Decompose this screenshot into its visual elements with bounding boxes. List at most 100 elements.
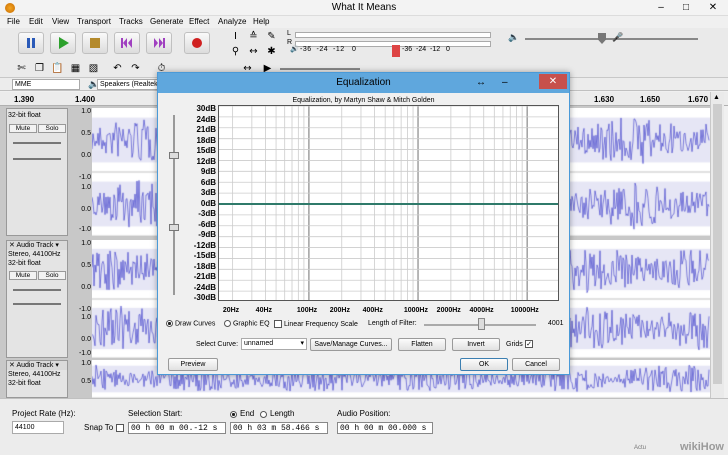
toolbar-area: I ≙ ✎ ⚲ ↔ ✱ L R 🔊 -36 -24 -12 0 -36 -24 …	[0, 28, 728, 78]
length-radio[interactable]	[260, 411, 267, 418]
paste-icon[interactable]: 📋	[50, 62, 65, 75]
menu-file[interactable]: File	[7, 17, 20, 26]
trim-icon[interactable]: ▦	[68, 62, 83, 75]
stop-button[interactable]	[82, 32, 108, 54]
pause-button[interactable]	[18, 32, 44, 54]
menu-generate[interactable]: Generate	[150, 17, 183, 26]
selection-end-field[interactable]: 00 h 03 m 58.466 s	[230, 422, 328, 434]
gain-slider[interactable]	[13, 289, 61, 291]
output-device-select[interactable]: Speakers (Realtek	[97, 79, 159, 90]
project-rate-label: Project Rate (Hz):	[12, 409, 76, 418]
frequency-tick-label: 20Hz	[222, 307, 240, 314]
maximize-button[interactable]: □	[675, 1, 697, 14]
ruler-label: 1.630	[594, 95, 615, 104]
skip-end-button[interactable]	[146, 32, 172, 54]
close-window-button[interactable]: ✕	[700, 1, 726, 14]
track-control-panel[interactable]: ✕ Audio Track ▾ Stereo, 44100Hz 32-bit f…	[6, 240, 68, 358]
track-info: Stereo, 44100Hz	[8, 251, 61, 258]
close-dialog-button[interactable]: ✕	[539, 74, 567, 89]
draw-tool-icon[interactable]: ✎	[264, 30, 279, 43]
solo-button[interactable]: Solo	[38, 124, 66, 133]
scrollbar-thumb[interactable]	[713, 104, 722, 384]
linear-scale-option[interactable]: Linear Frequency Scale	[274, 320, 358, 328]
menu-transport[interactable]: Transport	[77, 17, 111, 26]
multi-tool-icon[interactable]: ✱	[264, 45, 279, 58]
mute-button[interactable]: Mute	[9, 124, 37, 133]
mic-icon: 🔊	[290, 46, 299, 53]
speaker-icon: 🔈	[508, 32, 520, 42]
eq-graph[interactable]	[218, 105, 559, 301]
grids-checkbox[interactable]: ✓	[525, 340, 533, 348]
volume-slider-thumb[interactable]	[598, 33, 606, 44]
preview-button[interactable]: Preview	[168, 358, 218, 371]
minimize-dialog-icon[interactable]: –	[502, 77, 508, 88]
skip-start-button[interactable]	[114, 32, 140, 54]
track-format: 32-bit float	[8, 380, 41, 387]
dialog-titlebar[interactable]: Equalization ↔ – ✕	[158, 73, 569, 93]
filter-length-thumb[interactable]	[478, 318, 485, 330]
play-icon	[59, 37, 69, 49]
menu-view[interactable]: View	[52, 17, 69, 26]
audio-host-select[interactable]: MME	[12, 79, 80, 90]
silence-icon[interactable]: ▧	[86, 62, 101, 75]
zoom-tool-icon[interactable]: ⚲	[228, 45, 243, 58]
mute-button[interactable]: Mute	[9, 271, 37, 280]
envelope-tool-icon[interactable]: ≙	[246, 30, 261, 43]
selection-tool-icon[interactable]: I	[228, 30, 243, 43]
redo-icon[interactable]: ↷	[128, 62, 143, 75]
graphic-eq-option[interactable]: Graphic EQ	[224, 320, 270, 327]
menu-effect[interactable]: Effect	[189, 17, 209, 26]
recording-level-marker[interactable]	[392, 45, 400, 57]
save-manage-curves-button[interactable]: Save/Manage Curves...	[310, 338, 392, 351]
menu-analyze[interactable]: Analyze	[218, 17, 246, 26]
snap-to-checkbox[interactable]	[116, 424, 124, 432]
curve-select[interactable]: unnamed ▾	[241, 338, 307, 350]
menu-tracks[interactable]: Tracks	[119, 17, 143, 26]
selection-start-field[interactable]: 00 h 00 m 00.-12 s	[128, 422, 226, 434]
ruler-label: 1.390	[14, 95, 35, 104]
resize-icon[interactable]: ↔	[476, 77, 486, 88]
recording-meter-ticks: -36 -24 -12 0	[300, 46, 357, 53]
track-format: 32-bit float	[8, 260, 41, 267]
timeshift-tool-icon[interactable]: ↔	[246, 45, 261, 58]
track-name-dropdown[interactable]: ✕ Audio Track ▾	[7, 361, 67, 370]
cut-icon[interactable]: ✄	[14, 62, 29, 75]
track-name-dropdown[interactable]: ✕ Audio Track ▾	[7, 241, 67, 250]
db-tick-label: -6dB	[198, 219, 216, 229]
track-name: Audio Track	[16, 362, 54, 369]
cancel-button[interactable]: Cancel	[512, 358, 560, 371]
flatten-button[interactable]: Flatten	[398, 338, 446, 351]
recording-volume-slider[interactable]	[628, 38, 698, 40]
menu-help[interactable]: Help	[253, 17, 269, 26]
frequency-tick-label: 200Hz	[329, 307, 350, 314]
pan-slider[interactable]	[13, 303, 61, 305]
window-titlebar: What It Means – □ ✕	[0, 0, 728, 16]
play-speed-slider[interactable]	[280, 68, 360, 70]
end-radio[interactable]	[230, 411, 237, 418]
db-tick-label: 12dB	[196, 156, 216, 166]
ruler-label: 1.400	[75, 95, 96, 104]
copy-icon[interactable]: ❐	[32, 62, 47, 75]
track-info: Stereo, 44100Hz	[8, 371, 61, 378]
graph-title: Equalization, by Martyn Shaw & Mitch Gol…	[292, 97, 435, 104]
menu-edit[interactable]: Edit	[29, 17, 43, 26]
audio-position-field[interactable]: 00 h 00 m 00.000 s	[337, 422, 433, 434]
undo-icon[interactable]: ↶	[110, 62, 125, 75]
track-control-panel[interactable]: ✕ Audio Track ▾ Stereo, 44100Hz 32-bit f…	[6, 360, 68, 398]
record-button[interactable]	[184, 32, 210, 54]
meter-left-channel-label: L	[287, 30, 291, 37]
gain-slider[interactable]	[13, 142, 61, 144]
vertical-scrollbar[interactable]: ▲	[710, 92, 724, 398]
invert-button[interactable]: Invert	[452, 338, 500, 351]
solo-button[interactable]: Solo	[38, 271, 66, 280]
scroll-up-icon[interactable]: ▲	[713, 94, 720, 101]
minimize-button[interactable]: –	[650, 1, 672, 14]
length-label: Length	[270, 409, 295, 418]
draw-curves-option[interactable]: Draw Curves	[166, 320, 215, 327]
ok-button[interactable]: OK	[460, 358, 508, 371]
play-button[interactable]	[50, 32, 76, 54]
project-rate-select[interactable]: 44100	[12, 421, 64, 434]
pan-slider[interactable]	[13, 158, 61, 160]
track-control-panel[interactable]: 32-bit float Mute Solo	[6, 108, 68, 236]
ruler-label: 1.670	[688, 95, 709, 104]
